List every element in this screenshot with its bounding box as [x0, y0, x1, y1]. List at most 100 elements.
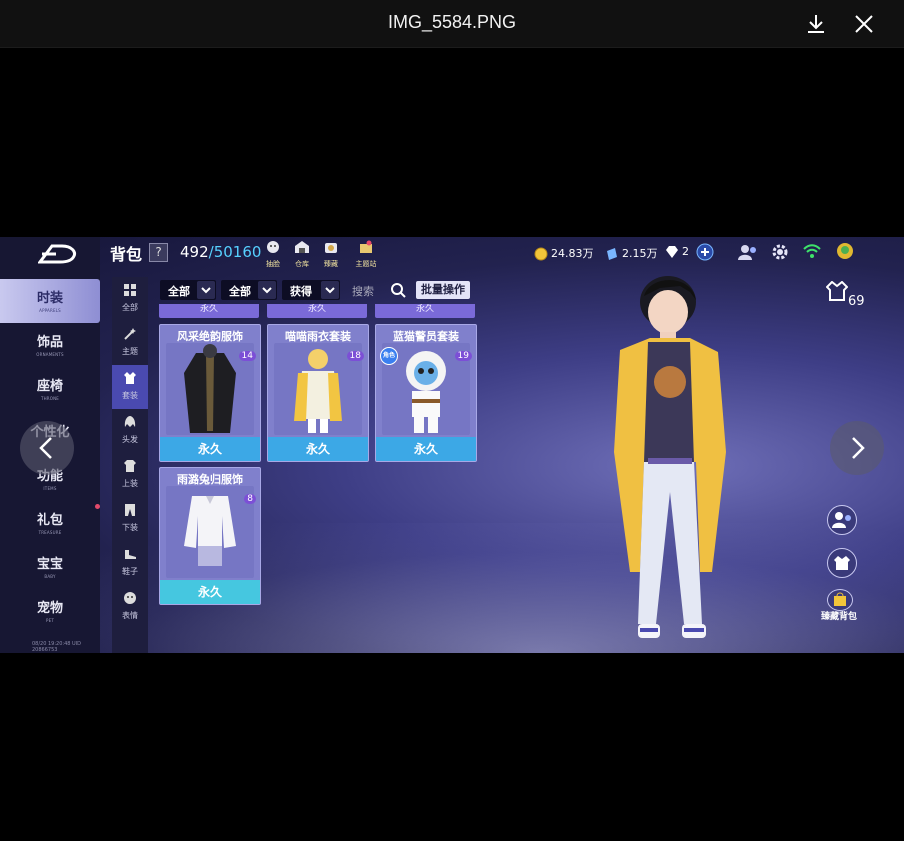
diamond-currency: 2 — [665, 245, 689, 259]
collection-bag-label[interactable]: 臻藏背包 — [821, 609, 857, 622]
coupon-amount: 2.15万 — [622, 247, 658, 260]
collection-button[interactable]: 臻藏 — [318, 239, 344, 269]
sub-tab-theme[interactable]: 主题 — [112, 321, 148, 365]
filter-label: 全部 — [229, 285, 251, 298]
outfit-name: 蓝猫警员套装 — [393, 330, 459, 343]
sub-tab-shoes[interactable]: 鞋子 — [112, 541, 148, 585]
outfit-level-badge: 8 — [244, 494, 256, 504]
suit-icon — [124, 372, 136, 384]
search-input[interactable]: 搜索 — [352, 283, 374, 299]
chevron-left-icon — [39, 437, 52, 459]
add-currency-icon[interactable] — [696, 243, 714, 261]
sub-tab-label: 鞋子 — [122, 567, 138, 576]
help-button[interactable]: ? — [149, 243, 168, 262]
sidebar-sublabel: TREASURE — [38, 530, 62, 535]
sub-tab-suit[interactable]: 套装 — [112, 365, 148, 409]
theme-station-label: 主题站 — [355, 260, 377, 268]
outfit-name: 雨潞兔归服饰 — [177, 473, 243, 486]
filter-label: 全部 — [168, 285, 190, 298]
sidebar-item-ornaments[interactable]: 饰品 ORNAMENTS — [0, 323, 100, 367]
outfit-duration: 永久 — [160, 437, 260, 461]
face-gift-label: 抽脸 — [266, 260, 280, 268]
batch-operation-button[interactable]: 批量操作 — [416, 281, 470, 299]
sub-tab-expression[interactable]: 表情 — [112, 585, 148, 629]
sidebar-label: 时装 — [36, 291, 63, 306]
chevron-down-icon — [258, 281, 276, 299]
sidebar-item-pet[interactable]: 宠物 PET — [0, 589, 100, 633]
outfit-duration: 永久 — [160, 580, 260, 604]
gold-amount: 24.83万 — [551, 247, 594, 260]
search-icon[interactable] — [389, 281, 407, 299]
sub-tab-label: 上装 — [122, 479, 138, 488]
filter-quality-dropdown[interactable]: 全部 — [221, 280, 277, 300]
filter-sort-dropdown[interactable]: 获得 — [282, 280, 340, 300]
sub-tab-bottom[interactable]: 下装 — [112, 497, 148, 541]
outfit-name: 风采绝韵服饰 — [177, 330, 243, 343]
game-logo — [38, 244, 76, 264]
download-icon[interactable] — [804, 12, 828, 36]
sub-tab-hair[interactable]: 头发 — [112, 409, 148, 453]
clipped-item-stub[interactable]: 永久 — [267, 304, 367, 318]
timestamp: 08/20 19:20:48 UID 20866753 — [32, 641, 82, 653]
next-image-button[interactable] — [830, 421, 884, 475]
warehouse-icon — [295, 241, 309, 253]
face-gift-button[interactable]: 抽脸 — [260, 239, 286, 269]
outfit-card[interactable]: 雨潞兔归服饰 8 永久 — [159, 467, 261, 605]
game-screenshot: 时装 APPARELS 饰品 ORNAMENTS 座椅 THRONE 个性化 功… — [0, 237, 904, 653]
warehouse-button[interactable]: 仓库 — [289, 239, 315, 269]
pose-button[interactable] — [827, 505, 857, 535]
sidebar-item-apparels[interactable]: 时装 APPARELS — [0, 279, 100, 323]
outfit-duration: 永久 — [268, 437, 368, 461]
sub-tab-label: 主题 — [122, 347, 138, 356]
clipped-item-stub[interactable]: 永久 — [159, 304, 259, 318]
wardrobe-button[interactable] — [827, 548, 857, 578]
shirt-swap-icon — [834, 556, 850, 570]
face-gift-icon — [267, 241, 279, 253]
avatar-icon[interactable] — [836, 242, 854, 260]
coupon-icon — [607, 248, 617, 260]
wand-icon — [124, 328, 136, 340]
outfit-count-shirt-icon — [826, 281, 848, 301]
collection-bag-button[interactable] — [827, 589, 853, 611]
sidebar-sublabel: BABY — [44, 574, 56, 579]
shoe-icon — [125, 550, 136, 559]
outfit-level-badge: 18 — [346, 351, 364, 361]
settings-gear-icon[interactable] — [771, 243, 789, 261]
sidebar-item-treasure[interactable]: 礼包 TREASURE — [0, 501, 100, 545]
filter-label: 获得 — [290, 285, 312, 298]
sidebar-item-throne[interactable]: 座椅 THRONE — [0, 367, 100, 411]
sidebar-item-baby[interactable]: 宝宝 BABY — [0, 545, 100, 589]
viewer-toolbar: IMG_5584.PNG — [0, 0, 904, 48]
warehouse-label: 仓库 — [295, 260, 309, 268]
hair-icon — [124, 416, 136, 427]
collection-label: 臻藏 — [324, 260, 338, 268]
collection-icon — [325, 243, 337, 253]
outfit-level-badge: 14 — [238, 351, 256, 361]
outfit-card[interactable]: 喵喵雨衣套装 18 永久 — [267, 324, 369, 462]
outfit-level-badge: 19 — [454, 351, 472, 361]
collection-bag-icon — [834, 592, 846, 606]
file-title: IMG_5584.PNG — [387, 12, 517, 32]
outfit-card[interactable]: 蓝猫警员套装 角色 19 永久 — [375, 324, 477, 462]
chevron-down-icon — [321, 281, 339, 299]
previous-image-button[interactable] — [20, 421, 74, 475]
wifi-icon — [803, 244, 821, 258]
outfit-card[interactable]: 风采绝韵服饰 14 永久 — [159, 324, 261, 462]
close-icon[interactable] — [852, 12, 876, 36]
friends-icon[interactable] — [738, 243, 758, 261]
theme-station-button[interactable]: 主题站 — [353, 239, 379, 269]
sidebar-label: 饰品 — [36, 335, 63, 350]
sidebar-label: 宠物 — [36, 601, 63, 616]
notification-dot — [95, 504, 100, 509]
sidebar-sublabel: THRONE — [40, 396, 60, 401]
subcategory-column: 全部 主题 套装 头发 上装 下装 鞋子 表情 — [112, 277, 148, 653]
clipped-item-stub[interactable]: 永久 — [375, 304, 475, 318]
sub-tab-top[interactable]: 上装 — [112, 453, 148, 497]
pose-icon — [832, 512, 851, 528]
sub-tab-label: 表情 — [122, 611, 138, 620]
outfit-white-shirt-image — [166, 486, 254, 578]
diamond-icon — [666, 246, 678, 258]
shirt-icon — [124, 460, 136, 472]
sub-tab-all[interactable]: 全部 — [112, 277, 148, 321]
filter-type-dropdown[interactable]: 全部 — [160, 280, 216, 300]
